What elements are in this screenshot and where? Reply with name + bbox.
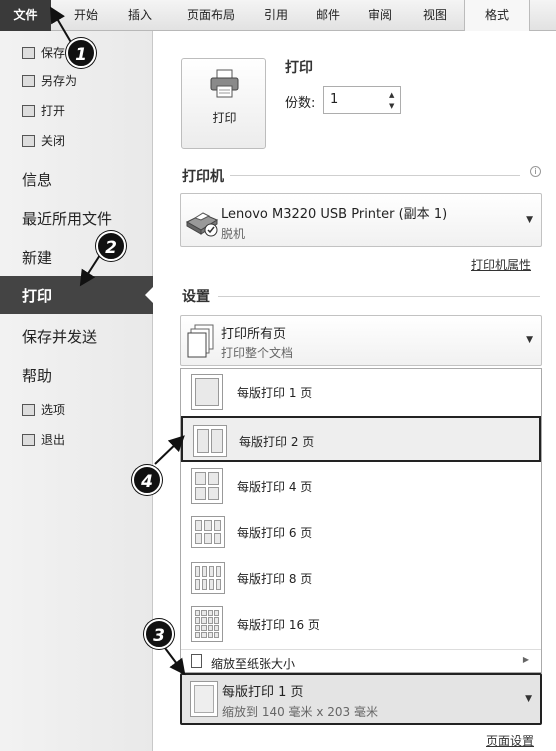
printer-status: 脱机 (221, 227, 246, 241)
sidebar-item-exit[interactable]: 退出 (22, 429, 65, 451)
print-title: 打印 (285, 60, 313, 76)
close-folder-icon (22, 135, 35, 147)
sidebar-item-print[interactable]: 打印 (0, 276, 153, 314)
spin-up-icon[interactable]: ▲ (389, 91, 397, 99)
sidebar-item-recent[interactable]: 最近所用文件 (22, 208, 112, 229)
info-icon[interactable]: i (530, 166, 541, 177)
page-setup-link[interactable]: 页面设置 (486, 732, 534, 749)
printer-name: Lenovo M3220 USB Printer (副本 1) (221, 207, 448, 222)
spin-down-icon[interactable]: ▼ (389, 102, 397, 110)
divider (230, 175, 520, 176)
one-page-icon (190, 681, 218, 717)
chevron-down-icon: ▼ (525, 694, 532, 704)
tab-home[interactable]: 开始 (64, 0, 108, 31)
printer-dropdown[interactable]: Lenovo M3220 USB Printer (副本 1) 脱机 ▼ (180, 193, 542, 247)
sidebar-item-new[interactable]: 新建 (22, 247, 52, 268)
eight-pages-icon (191, 562, 225, 594)
sidebar-item-open[interactable]: 打开 (22, 100, 65, 122)
tab-format[interactable]: 格式 (464, 0, 530, 31)
divider (218, 296, 540, 297)
scale-to-paper-item[interactable]: 缩放至纸张大小 ▶ (181, 649, 541, 673)
menu-item-1-page[interactable]: 每版打印 1 页 (181, 369, 541, 415)
tab-insert[interactable]: 插入 (118, 0, 162, 31)
ribbon-tabs: 文件 开始 插入 页面布局 引用 邮件 审阅 视图 格式 (0, 0, 556, 31)
save-icon (22, 47, 35, 59)
annotation-badge-2: 2 (96, 231, 126, 261)
pages-icon (187, 324, 214, 358)
copies-stepper[interactable]: 1 ▲ ▼ (323, 86, 401, 114)
save-as-icon (22, 75, 35, 87)
scale-icon (191, 654, 202, 668)
print-range-main: 打印所有页 (221, 327, 287, 342)
sidebar-item-save[interactable]: 保存 (22, 42, 65, 64)
menu-item-16-pages[interactable]: 每版打印 16 页 (181, 601, 541, 647)
sidebar-item-help[interactable]: 帮助 (22, 365, 52, 386)
print-button[interactable]: 打印 (181, 58, 266, 149)
annotation-badge-1: 1 (66, 38, 96, 68)
printer-icon (210, 69, 239, 98)
tab-mailings[interactable]: 邮件 (306, 0, 350, 31)
chevron-down-icon: ▼ (526, 335, 533, 345)
sidebar-item-save-as[interactable]: 另存为 (22, 70, 77, 92)
sidebar-item-close[interactable]: 关闭 (22, 130, 65, 152)
options-icon (22, 404, 35, 416)
printer-title: 打印机 (182, 169, 224, 185)
sidebar-item-info[interactable]: 信息 (22, 169, 52, 190)
tab-file[interactable]: 文件 (0, 0, 51, 31)
tab-references[interactable]: 引用 (254, 0, 298, 31)
annotation-badge-3: 3 (144, 619, 174, 649)
menu-item-8-pages[interactable]: 每版打印 8 页 (181, 555, 541, 601)
active-pointer (145, 287, 153, 303)
sidebar-item-options[interactable]: 选项 (22, 399, 65, 421)
chevron-right-icon: ▶ (522, 655, 529, 664)
tab-view[interactable]: 视图 (413, 0, 457, 31)
open-folder-icon (22, 105, 35, 117)
printer-properties-link[interactable]: 打印机属性 (471, 256, 531, 273)
printer-offline-icon (185, 212, 219, 237)
tab-page-layout[interactable]: 页面布局 (176, 0, 246, 31)
menu-item-2-pages[interactable]: 每版打印 2 页 (181, 416, 541, 462)
six-pages-icon (191, 516, 225, 548)
pages-per-sheet-current: 每版打印 1 页 (222, 685, 304, 700)
pages-per-sheet-dropdown[interactable]: 每版打印 1 页 缩放到 140 毫米 x 203 毫米 ▼ (180, 673, 542, 725)
menu-item-6-pages[interactable]: 每版打印 6 页 (181, 509, 541, 555)
print-range-sub: 打印整个文档 (221, 346, 294, 360)
pages-per-sheet-menu: 每版打印 1 页 每版打印 2 页 每版打印 4 页 每版打印 6 页 每版打印… (180, 368, 542, 673)
four-pages-icon (191, 468, 223, 504)
print-range-dropdown[interactable]: 打印所有页 打印整个文档 ▼ (180, 315, 542, 366)
menu-item-4-pages[interactable]: 每版打印 4 页 (181, 463, 541, 509)
tab-review[interactable]: 审阅 (358, 0, 402, 31)
one-page-icon (191, 374, 223, 410)
sidebar-item-save-send[interactable]: 保存并发送 (22, 326, 97, 347)
exit-icon (22, 434, 35, 446)
copies-label: 份数: (285, 96, 316, 111)
annotation-badge-4: 4 (132, 465, 162, 495)
two-pages-icon (193, 425, 227, 457)
pages-per-sheet-size: 缩放到 140 毫米 x 203 毫米 (222, 705, 378, 719)
chevron-down-icon: ▼ (526, 215, 533, 225)
settings-title: 设置 (182, 289, 210, 305)
sixteen-pages-icon (191, 606, 223, 642)
